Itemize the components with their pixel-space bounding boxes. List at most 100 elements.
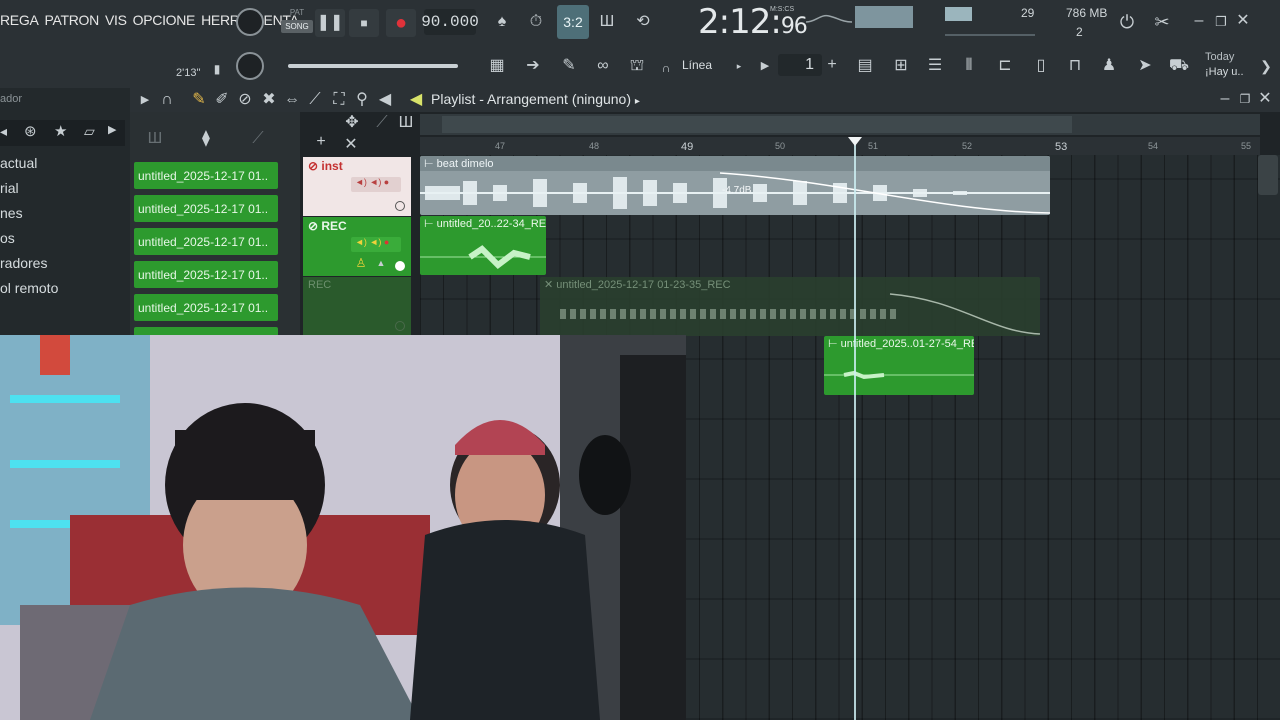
audio-clip-beat[interactable]: ⊢ beat dimelo -4.7dB — [420, 156, 1050, 215]
automation-clip-icon[interactable]: ⟋ — [374, 115, 390, 131]
star-icon[interactable]: ★ — [54, 124, 67, 139]
menu-item-rega[interactable]: REGA — [0, 12, 39, 28]
minimize-icon[interactable]: – — [1190, 12, 1208, 30]
play-icon[interactable]: ▶ — [138, 92, 152, 108]
vertical-scrollbar[interactable] — [1258, 155, 1278, 195]
send-icon[interactable]: ➤ — [1132, 54, 1158, 78]
piano-icon[interactable]: Ш — [145, 130, 165, 148]
zoom-icon[interactable]: ⚲ — [353, 91, 371, 109]
pattern-item[interactable]: untitled_2025-12-17 01.. — [134, 162, 278, 189]
menu-item-opciones[interactable]: OPCIONE — [133, 12, 196, 28]
play-small-icon[interactable]: ▶ — [758, 58, 772, 74]
track-controls[interactable]: ◄) ◄) ● — [351, 237, 401, 252]
close-icon[interactable]: ✕ — [1234, 12, 1252, 30]
add-track-icon[interactable]: + — [314, 134, 328, 150]
menu-item-patron[interactable]: PATRON — [44, 12, 99, 28]
metronome-icon[interactable]: ♠ — [489, 10, 515, 34]
arrow-icon[interactable]: ◀ — [407, 91, 425, 109]
track-select-icon[interactable] — [395, 261, 405, 271]
automation-icon[interactable]: ⟋ — [248, 130, 268, 148]
magnet-icon[interactable]: ∩ — [158, 91, 176, 109]
delete-icon[interactable]: ⊘ — [236, 91, 254, 109]
browser-item[interactable]: os — [0, 230, 15, 246]
browser-item[interactable]: rial — [0, 180, 19, 196]
stop-button[interactable]: ■ — [349, 9, 379, 37]
record-button[interactable]: ● — [386, 9, 416, 37]
track-select-icon[interactable] — [395, 321, 405, 331]
waveform-icon[interactable]: ⧫ — [196, 130, 216, 148]
microphone-stand-icon[interactable]: ♟ — [1096, 54, 1122, 78]
plugin-icon[interactable]: ⊓ — [1062, 54, 1088, 78]
audio-clip-rec1[interactable]: ⊢ untitled_20..22-34_REC — [420, 216, 546, 275]
patterns-icon[interactable]: ☰ — [922, 54, 948, 78]
news-arrow-icon[interactable]: ❯ — [1256, 56, 1276, 76]
master-level-slider[interactable] — [945, 34, 1035, 36]
track-header-inst[interactable]: ⊘ inst ◄) ◄) ● — [303, 157, 411, 216]
cart-icon[interactable]: ⛟ — [1166, 54, 1192, 78]
loop-record-icon[interactable]: ⟲ — [630, 10, 656, 34]
pause-button[interactable]: ❚❚ — [315, 9, 345, 37]
arrow-up-icon[interactable]: ▲ — [376, 258, 386, 268]
piano-icon[interactable]: Ш — [398, 115, 414, 131]
wait-input-icon[interactable]: ⏱ — [523, 10, 549, 34]
track-controls[interactable]: ◄) ◄) ● — [351, 177, 401, 192]
globe-icon[interactable]: ⊛ — [24, 124, 37, 139]
audio-clip-rec2-muted[interactable]: ✕ untitled_2025-12-17 01-23-35_REC — [540, 277, 1040, 336]
close-icon[interactable]: ✕ — [1258, 91, 1272, 107]
slip-icon[interactable]: ⇔ — [283, 91, 301, 109]
scroll-thumb[interactable] — [442, 116, 1072, 133]
pattern-item[interactable]: untitled_2025-12-17 01.. — [134, 294, 278, 321]
brush-icon[interactable]: ✎ — [556, 54, 582, 78]
select-icon[interactable]: ⛶ — [330, 91, 348, 109]
time-ruler[interactable] — [420, 137, 1260, 155]
playhead[interactable] — [854, 140, 856, 720]
playback-icon[interactable]: ◀ — [376, 91, 394, 109]
pencil-icon[interactable]: ✎ — [190, 91, 208, 109]
browser-item[interactable]: radores — [0, 255, 47, 271]
countdown-icon[interactable]: 3:2 — [557, 5, 589, 39]
playlist-overview-scrollbar[interactable] — [420, 114, 1260, 135]
browser-item[interactable]: nes — [0, 205, 23, 221]
playhead-marker-icon[interactable] — [848, 137, 862, 146]
scissors-icon[interactable]: ✂ — [1150, 10, 1174, 34]
step-value-field[interactable]: 1 — [778, 54, 822, 76]
mute-icon[interactable]: ✖ — [260, 91, 278, 109]
piano-roll-icon[interactable]: ▦ — [484, 54, 510, 78]
folder-icon[interactable]: ▱ — [84, 124, 95, 138]
stamp-icon[interactable]: ⛫ — [624, 54, 650, 78]
news-headline[interactable]: ¡Hay u.. — [1205, 66, 1244, 78]
menu-item-vis[interactable]: VIS — [105, 12, 127, 28]
snap-mode-select[interactable]: Línea — [682, 58, 712, 72]
arrangement-selector[interactable]: (ninguno) — [572, 91, 631, 107]
arrow-right-icon[interactable]: ➔ — [520, 54, 546, 78]
plus-icon[interactable]: + — [824, 56, 840, 74]
mixer-icon[interactable]: ⫴ — [956, 54, 982, 78]
master-volume-slider[interactable] — [288, 64, 458, 68]
track-header-rec[interactable]: ⊘ REC ◄) ◄) ● ♙ ▲ — [303, 217, 411, 276]
slice-icon[interactable]: ⟋ — [306, 91, 324, 109]
link-icon[interactable]: ∞ — [590, 54, 616, 78]
tempo-display[interactable]: 90.000 — [421, 9, 479, 35]
pattern-item[interactable]: untitled_2025-12-17 01.. — [134, 195, 278, 222]
pattern-item[interactable]: untitled_2025-12-17 01.. — [134, 261, 278, 288]
master-volume-knob[interactable] — [236, 8, 264, 36]
browser-item[interactable]: ol remoto — [0, 280, 58, 296]
routing-icon[interactable]: ⊏ — [992, 54, 1018, 78]
playlist-icon[interactable]: ▤ — [852, 54, 878, 78]
close-icon[interactable]: ✕ — [344, 137, 358, 153]
pat-song-switch[interactable]: PAT SONG — [281, 8, 313, 38]
paint-icon[interactable]: ✐ — [213, 91, 231, 109]
browser-item[interactable]: actual — [0, 155, 37, 171]
arrow-icon[interactable]: ◂ — [0, 124, 7, 138]
restore-icon[interactable]: ❐ — [1238, 91, 1252, 107]
minimize-icon[interactable]: – — [1218, 91, 1232, 107]
restore-icon[interactable]: ❐ — [1212, 12, 1230, 30]
power-icon[interactable]: ⏻ — [1115, 10, 1139, 34]
file-icon[interactable]: ▯ — [1028, 54, 1054, 78]
track-select-icon[interactable] — [395, 201, 405, 211]
master-pitch-knob[interactable] — [236, 52, 264, 80]
track-header-rec-muted[interactable]: REC — [303, 277, 411, 336]
channel-rack-icon[interactable]: ⊞ — [888, 54, 914, 78]
step-edit-icon[interactable]: Ш — [594, 10, 620, 34]
tracks-icon[interactable]: ✥ — [344, 115, 360, 131]
